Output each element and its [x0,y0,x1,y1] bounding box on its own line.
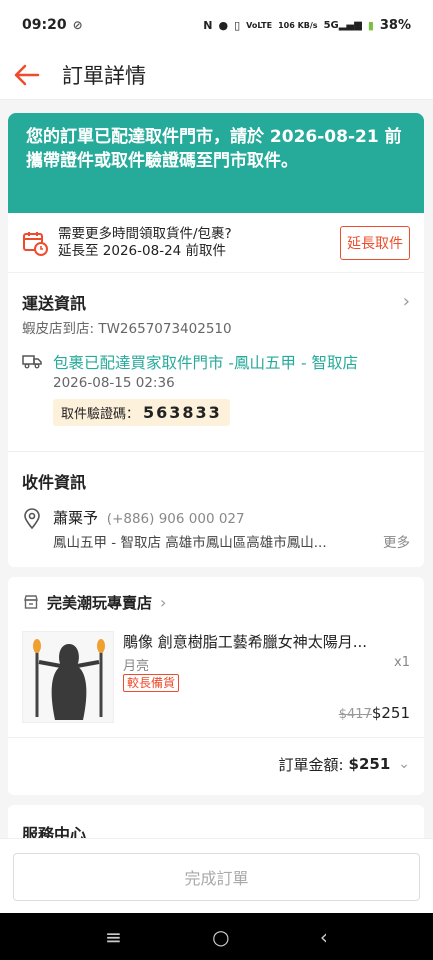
complete-order-button[interactable]: 完成訂單 [13,853,420,901]
bottom-bar: 完成訂單 [0,838,433,913]
verify-label: 取件驗證碼： [61,407,140,422]
location-pin-icon [24,508,40,530]
recipient-title: 收件資訊 [22,473,87,492]
order-total-label: 訂單金額: [278,755,344,774]
verify-code-badge: 取件驗證碼： 563833 [53,399,230,426]
recipient-line: 蕭粟予 (+886) 906 000 027 [53,507,245,528]
battery-level: 38% [379,17,411,33]
extend-pickup-button[interactable]: 延長取件 [340,225,410,260]
shipping-status: 包裹已配達買家取件門市 -鳳山五甲 - 智取店 [53,354,358,372]
extend-text: 需要更多時間領取貨件/包裹? 延長至 2026-08-24 前取件 [58,226,340,260]
system-nav-bar: ≡ ○ ‹ [0,913,433,960]
shop-header[interactable]: 完美潮玩專賣店 › [8,577,424,627]
order-total-row[interactable]: 訂單金額: $251 ⌄ [8,738,424,790]
product-item[interactable]: 鵰像 創意樹脂工藝希臘女神太陽月... 月亮 x1 較長備貨 $417$251 [8,627,424,737]
extend-line1: 需要更多時間領取貨件/包裹? [58,225,232,242]
recipient-name: 蕭粟予 [53,509,99,527]
truck-icon [22,355,42,369]
verify-code: 563833 [143,403,222,422]
sale-price: $251 [371,704,410,722]
extend-line2: 延長至 2026-08-24 前取件 [58,242,227,259]
banner-text: 您的訂單已配達取件門市，請於 2026-08-21 前攜帶證件或取件驗證碼至門市… [26,127,402,171]
back-nav-icon[interactable]: ‹ [320,925,328,949]
chevron-down-icon: ⌄ [398,756,410,772]
pickup-banner: 您的訂單已配達取件門市，請於 2026-08-21 前攜帶證件或取件驗證碼至門市… [8,113,424,213]
volte-icon: VoLTE [246,20,273,30]
original-price: $417 [338,707,372,722]
statue-image [23,632,113,722]
battery-icon: ▮ [367,18,374,32]
product-variant: 月亮 [123,659,150,674]
product-qty: x1 [394,655,410,670]
mute-icon: ⊘ [72,18,83,32]
extend-pickup-row: 需要更多時間領取貨件/包裹? 延長至 2026-08-24 前取件 延長取件 [8,213,424,273]
shipping-time: 2026-08-15 02:36 [53,375,175,391]
tracking-number: 蝦皮店到店: TW2657073402510 [22,321,232,337]
nfc-icon: N [203,18,213,32]
product-name: 鵰像 創意樹脂工藝希臘女神太陽月... [123,633,368,651]
product-image [22,631,114,723]
order-total-value: $251 [348,755,391,773]
chevron-right-icon: › [160,592,167,612]
signal-icon: 5G▂▄▆ [323,19,362,31]
chevron-right-icon: › [402,291,410,312]
calendar-clock-icon [23,231,48,256]
home-icon[interactable]: ○ [212,925,229,949]
status-bar: 09:20 ⊘ N ● ▯ VoLTE 106 KB/s 5G▂▄▆ ▮ 38% [0,0,433,50]
clock: 09:20 [22,17,67,33]
menu-icon[interactable]: ≡ [105,925,122,949]
mic-icon: ● [218,18,229,32]
arrow-left-icon [14,64,40,85]
longer-prep-badge: 較長備貨 [123,674,180,692]
shop-card: 完美潮玩專賣店 › 鵰像 創意樹脂工藝希臘女神太陽月... 月亮 x1 較長備貨… [8,577,424,795]
shop-icon [24,595,38,609]
recipient-section[interactable]: 收件資訊 蕭粟予 (+886) 906 000 027 鳳山五甲 - 智取店 高… [8,452,424,567]
more-link[interactable]: 更多 [383,531,410,551]
recipient-phone: (+886) 906 000 027 [106,511,245,527]
shipping-section[interactable]: 運送資訊 › 蝦皮店到店: TW2657073402510 包裹已配達買家取件門… [8,273,424,451]
top-bar: 訂單詳情 [0,50,433,100]
shop-name: 完美潮玩專賣店 [47,593,153,612]
net-speed: 106 KB/s [278,20,318,30]
page-title: 訂單詳情 [62,63,146,88]
recipient-address: 鳳山五甲 - 智取店 高雄市鳳山區高雄市鳳山... [53,535,327,551]
price-row: $417$251 [339,703,410,722]
shipping-card: 運送資訊 › 蝦皮店到店: TW2657073402510 包裹已配達買家取件門… [8,273,424,567]
back-button[interactable] [12,60,42,90]
shipping-title: 運送資訊 [22,294,87,313]
vibrate-icon: ▯ [234,18,241,32]
